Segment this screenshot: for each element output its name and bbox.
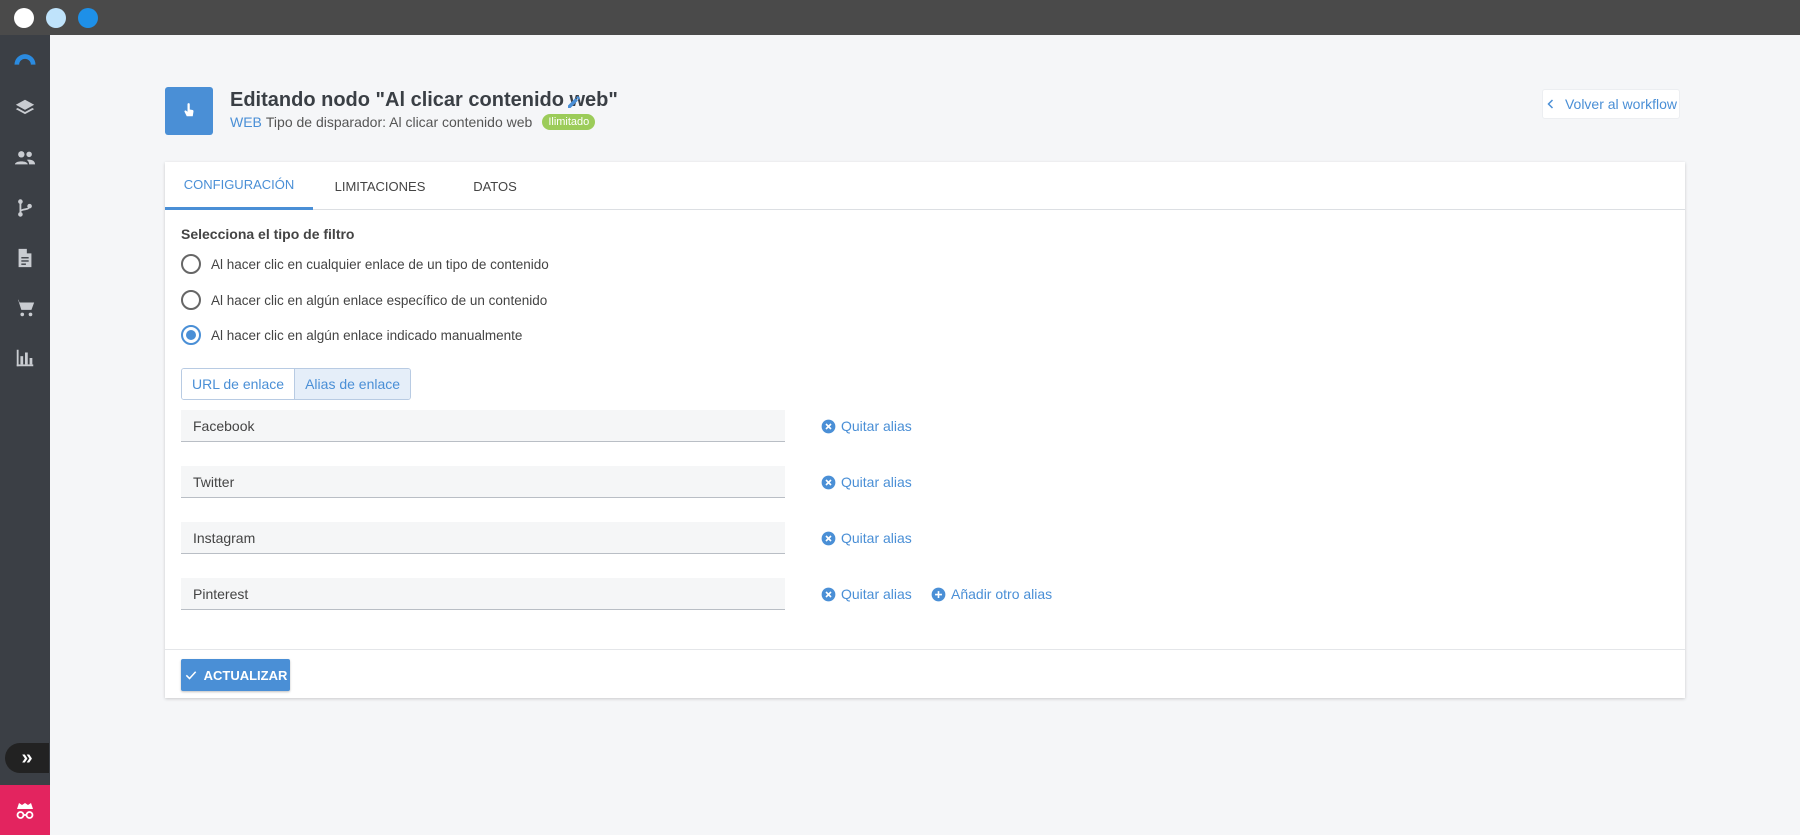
radio-button[interactable] — [181, 290, 201, 310]
remove-alias-button[interactable]: Quitar alias — [821, 474, 912, 490]
add-alias-button[interactable]: Añadir otro alias — [931, 586, 1052, 602]
remove-alias-button[interactable]: Quitar alias — [821, 418, 912, 434]
radio-button[interactable] — [181, 254, 201, 274]
workflow-icon[interactable] — [0, 188, 50, 228]
tab-datos[interactable]: Datos — [447, 162, 543, 210]
logo-icon[interactable] — [0, 40, 50, 80]
alias-input[interactable] — [181, 578, 785, 610]
filter-option-label: Al hacer clic en algún enlace específico… — [211, 292, 548, 308]
remove-alias-label: Quitar alias — [841, 586, 912, 602]
link-alias-option[interactable]: Alias de enlace — [294, 369, 411, 399]
remove-alias-label: Quitar alias — [841, 530, 912, 546]
check-icon — [185, 671, 196, 680]
remove-alias-label: Quitar alias — [841, 418, 912, 434]
link-mode-toggle: URL de enlace Alias de enlace — [181, 368, 412, 400]
link-url-option[interactable]: URL de enlace — [182, 369, 295, 399]
alias-input[interactable] — [181, 466, 785, 498]
filter-option-manual-link[interactable]: Al hacer clic en algún enlace indicado m… — [181, 325, 522, 345]
window-titlebar — [0, 0, 1800, 35]
channel-label: WEB — [230, 114, 262, 130]
pointer-hand-icon — [184, 103, 194, 117]
tab-configuracion[interactable]: Configuración — [165, 162, 313, 210]
remove-circle-icon — [821, 531, 836, 545]
node-subtitle: WEB Tipo de disparador: Al clicar conten… — [230, 114, 596, 130]
filter-type-label: Selecciona el tipo de filtro — [181, 226, 355, 242]
window-maximize-button[interactable] — [78, 8, 98, 28]
double-chevron-right-icon: » — [21, 746, 33, 769]
pencil-icon[interactable] — [566, 94, 582, 110]
tab-limitaciones[interactable]: Limitaciones — [313, 162, 447, 210]
expand-sidebar-button[interactable]: » — [5, 743, 49, 773]
sidebar: » — [0, 35, 50, 835]
update-label: ACTUALIZAR — [203, 667, 288, 683]
incognito-button[interactable] — [0, 785, 50, 835]
remove-circle-icon — [821, 419, 836, 433]
incognito-icon — [16, 803, 34, 819]
trigger-type-label: Tipo de disparador: Al clicar contenido … — [265, 114, 533, 130]
bar-chart-icon[interactable] — [0, 338, 50, 378]
node-editor-card: Configuración Limitaciones Datos Selecci… — [165, 162, 1685, 698]
page-title: Editando nodo "Al clicar contenido web" — [230, 89, 618, 111]
filter-option-label: Al hacer clic en algún enlace indicado m… — [211, 327, 523, 343]
remove-alias-button[interactable]: Quitar alias — [821, 530, 912, 546]
back-to-workflow-button[interactable]: Volver al workflow — [1542, 89, 1680, 119]
status-badge: Ilimitado — [542, 114, 596, 130]
update-button[interactable]: ACTUALIZAR — [181, 659, 290, 691]
filter-option-specific-link[interactable]: Al hacer clic en algún enlace específico… — [181, 290, 547, 310]
chevron-left-icon — [1547, 99, 1553, 109]
window-minimize-button[interactable] — [46, 8, 66, 28]
alias-input[interactable] — [181, 522, 785, 554]
node-type-icon — [165, 87, 213, 135]
divider — [165, 649, 1685, 650]
users-icon[interactable] — [0, 138, 50, 178]
add-alias-label: Añadir otro alias — [951, 586, 1053, 602]
tab-bar: Configuración Limitaciones Datos — [165, 162, 1685, 210]
radio-button-checked[interactable] — [181, 325, 201, 345]
back-to-workflow-label: Volver al workflow — [1564, 96, 1678, 112]
remove-circle-icon — [821, 475, 836, 489]
filter-option-label: Al hacer clic en cualquier enlace de un … — [211, 256, 549, 272]
add-circle-icon — [931, 587, 946, 601]
remove-circle-icon — [821, 587, 836, 601]
cart-icon[interactable] — [0, 288, 50, 328]
window-close-button[interactable] — [14, 8, 34, 28]
remove-alias-button[interactable]: Quitar alias — [821, 586, 912, 602]
filter-option-any-link[interactable]: Al hacer clic en cualquier enlace de un … — [181, 254, 549, 274]
document-icon[interactable] — [0, 238, 50, 278]
remove-alias-label: Quitar alias — [841, 474, 912, 490]
alias-input[interactable] — [181, 410, 785, 442]
layers-icon[interactable] — [0, 88, 50, 128]
